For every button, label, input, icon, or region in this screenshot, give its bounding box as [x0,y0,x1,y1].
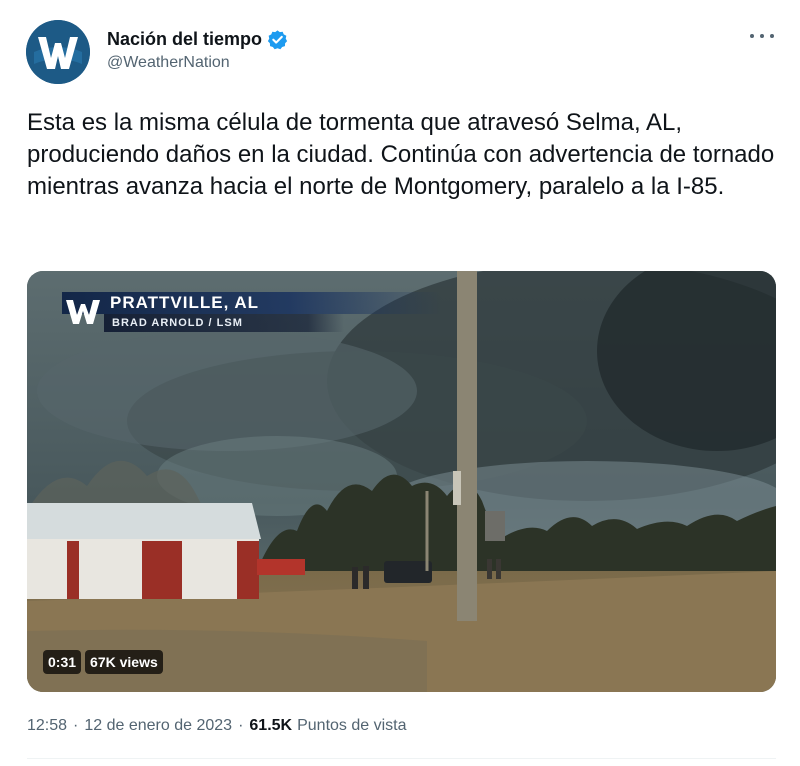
meta-separator: · [73,717,79,734]
weathernation-w-icon [66,300,100,324]
dot [760,34,764,38]
tweet-time[interactable]: 12:58 [27,717,67,735]
video-location-title: PRATTVILLE, AL [110,293,260,312]
video-duration-badge: 0:31 [43,650,82,674]
video-frame [27,271,776,692]
video-lower-third: PRATTVILLE, AL BRAD ARNOLD / LSM [62,292,442,334]
tweet-meta: 12:58 · 12 de enero de 2023 · 61.5K Punt… [27,717,407,735]
dot [750,34,754,38]
tweet-date[interactable]: 12 de enero de 2023 [84,717,232,735]
divider [27,758,776,759]
author-display-name[interactable]: Nación del tiempo [107,29,262,50]
weathernation-logo-icon [26,20,90,84]
tweet-card: Nación del tiempo @WeatherNation Esta es… [0,0,800,766]
author-info: Nación del tiempo @WeatherNation [107,26,288,72]
video-player[interactable]: PRATTVILLE, AL BRAD ARNOLD / LSM 0:31 67… [27,271,776,692]
video-badges: 0:31 67K views [43,650,163,674]
meta-separator: · [238,717,244,734]
dot [770,34,774,38]
tweet-views-label[interactable]: Puntos de vista [297,717,406,735]
author-handle[interactable]: @WeatherNation [107,54,288,72]
video-credit: BRAD ARNOLD / LSM [112,317,243,329]
video-views-badge: 67K views [85,650,163,674]
verified-badge-icon [267,29,288,49]
more-options-icon[interactable] [750,28,774,44]
tweet-views-count[interactable]: 61.5K [249,717,292,735]
author-avatar[interactable] [26,20,90,84]
tweet-text: Esta es la misma célula de tormenta que … [27,109,775,200]
